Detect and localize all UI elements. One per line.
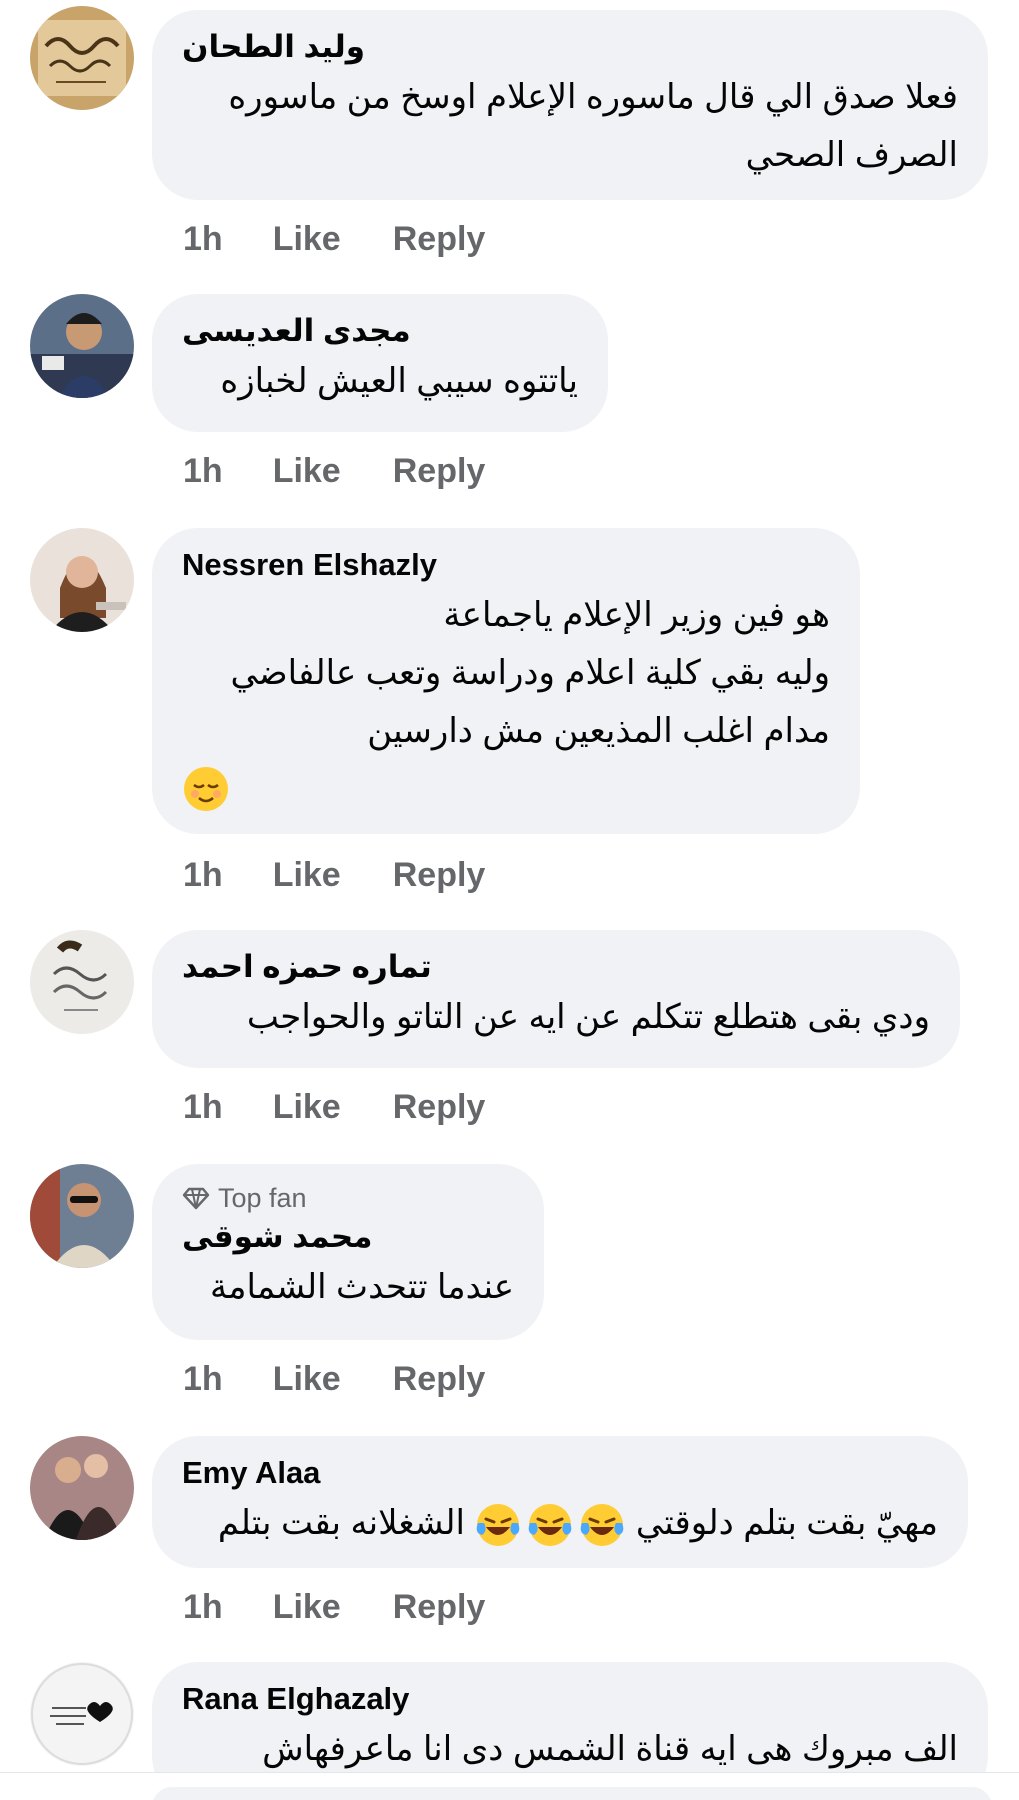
laughing-tears-emoji-icon <box>578 1501 626 1549</box>
comment-text: عندما تتحدث الشمامة <box>210 1268 514 1306</box>
comment-actions: 1h Like Reply <box>183 1588 485 1627</box>
laughing-tears-emoji-icon <box>526 1501 574 1549</box>
like-button[interactable]: Like <box>273 220 341 259</box>
comment-actions: 1h Like Reply <box>183 1360 485 1399</box>
comments-feed: وليد الطحان فعلا صدق الي قال ماسوره الإع… <box>0 0 1019 1800</box>
comment-bubble: Nessren Elshazly هو فين وزير الإعلام ياج… <box>152 528 860 834</box>
comment-actions: 1h Like Reply <box>183 856 485 895</box>
comment-bubble: تماره حمزه احمد ودي بقى هتطلع تتكلم عن ا… <box>152 930 960 1068</box>
comment-bubble: وليد الطحان فعلا صدق الي قال ماسوره الإع… <box>152 10 988 200</box>
comment-text: فعلا صدق الي قال ماسوره الإعلام اوسخ من … <box>228 78 958 116</box>
comment-actions: 1h Like Reply <box>183 220 485 259</box>
like-button[interactable]: Like <box>273 856 341 895</box>
comment-text: هو فين وزير الإعلام ياجماعة <box>443 596 830 634</box>
emoji-line <box>182 760 830 818</box>
laughing-tears-emoji-icon <box>474 1501 522 1549</box>
reply-button[interactable]: Reply <box>393 220 486 259</box>
comment-bubble: Emy Alaa مهيّ بقت بتلم دلوقتي الشغلانه ب… <box>152 1436 968 1568</box>
top-fan-label: Top fan <box>218 1183 307 1213</box>
comment-text: الف مبروك هى ايه قناة الشمس دى انا ماعرف… <box>262 1730 958 1768</box>
comment-text: ودي بقى هتطلع تتكلم عن ايه عن التاتو وال… <box>246 998 930 1036</box>
comment-text-part: الشغلانه بقت بتلم <box>217 1504 465 1542</box>
avatar[interactable] <box>30 294 134 398</box>
comment-text: ياتتوه سيبي العيش لخبازه <box>220 362 578 400</box>
reply-button[interactable]: Reply <box>393 856 486 895</box>
comment-text: مدام اغلب المذيعين مش دارسين <box>367 712 830 750</box>
comment-author[interactable]: وليد الطحان <box>182 26 958 68</box>
couple-avatar-icon <box>30 1436 134 1540</box>
emoji-group <box>474 1501 626 1549</box>
comment-author[interactable]: مجدى العديسى <box>182 310 578 352</box>
top-fan-badge: Top fan <box>182 1180 514 1216</box>
comment-author[interactable]: Emy Alaa <box>182 1452 938 1494</box>
comment-author[interactable]: Nessren Elshazly <box>182 544 830 586</box>
woman-portrait-avatar-icon <box>30 528 134 632</box>
relieved-face-emoji-icon <box>182 765 230 813</box>
comment-text: الصرف الصحي <box>745 136 958 174</box>
heart-text-avatar-icon <box>30 1662 134 1766</box>
reply-button[interactable]: Reply <box>393 1088 486 1127</box>
comment-time[interactable]: 1h <box>183 220 223 259</box>
comment-author[interactable]: Rana Elghazaly <box>182 1678 958 1720</box>
comment-bubble: Top fan محمد شوقى عندما تتحدث الشمامة <box>152 1164 544 1340</box>
man-sunglasses-avatar-icon <box>30 1164 134 1268</box>
comment-time[interactable]: 1h <box>183 856 223 895</box>
like-button[interactable]: Like <box>273 452 341 491</box>
avatar[interactable] <box>30 1164 134 1268</box>
next-comment-bubble <box>152 1787 992 1800</box>
reply-button[interactable]: Reply <box>393 1360 486 1399</box>
avatar[interactable] <box>30 528 134 632</box>
comment-author[interactable]: محمد شوقى <box>182 1216 514 1258</box>
comment-time[interactable]: 1h <box>183 1360 223 1399</box>
avatar[interactable] <box>30 6 134 110</box>
bottom-overlay <box>0 1772 1019 1800</box>
comment-text: مهيّ بقت بتلم دلوقتي الشغلانه بقت بتلم <box>182 1494 938 1552</box>
reply-button[interactable]: Reply <box>393 452 486 491</box>
comment-text-part: مهيّ بقت بتلم دلوقتي <box>626 1504 938 1542</box>
calligraphy-avatar-icon <box>30 6 134 110</box>
like-button[interactable]: Like <box>273 1360 341 1399</box>
comment-author[interactable]: تماره حمزه احمد <box>182 946 930 988</box>
like-button[interactable]: Like <box>273 1588 341 1627</box>
reply-button[interactable]: Reply <box>393 1588 486 1627</box>
comment-time[interactable]: 1h <box>183 1588 223 1627</box>
comment-text: وليه بقي كلية اعلام ودراسة وتعب عالفاضي <box>230 654 830 692</box>
avatar[interactable] <box>30 1436 134 1540</box>
like-button[interactable]: Like <box>273 1088 341 1127</box>
comment-actions: 1h Like Reply <box>183 452 485 491</box>
comment-time[interactable]: 1h <box>183 452 223 491</box>
comment-actions: 1h Like Reply <box>183 1088 485 1127</box>
arabic-text-avatar-icon <box>30 930 134 1034</box>
diamond-icon <box>182 1187 210 1210</box>
avatar[interactable] <box>30 930 134 1034</box>
comment-time[interactable]: 1h <box>183 1088 223 1127</box>
man-portrait-avatar-icon <box>30 294 134 398</box>
avatar[interactable] <box>30 1662 134 1766</box>
comment-bubble: مجدى العديسى ياتتوه سيبي العيش لخبازه <box>152 294 608 432</box>
